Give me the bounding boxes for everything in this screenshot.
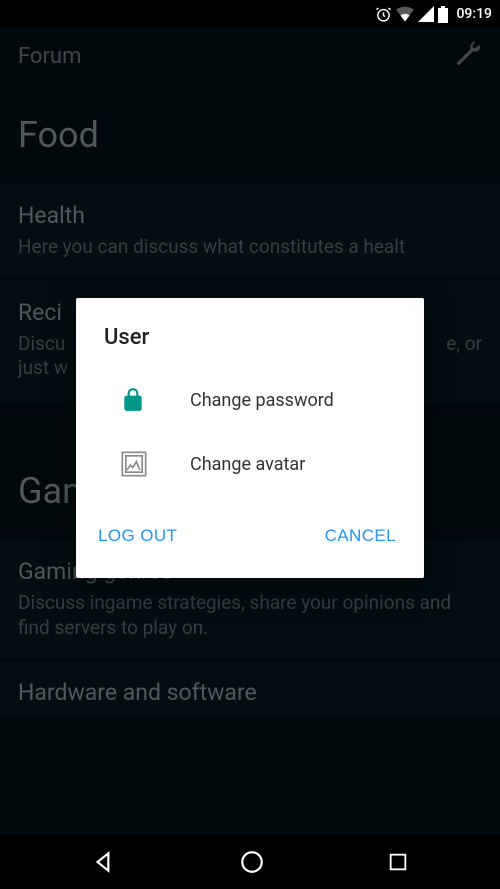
dialog-title: User: [76, 298, 424, 368]
cancel-button[interactable]: CANCEL: [321, 518, 400, 554]
dialog-actions: LOG OUT CANCEL: [76, 518, 424, 578]
status-bar: 09:19: [0, 0, 500, 28]
dialog-items: Change password Change avatar: [76, 368, 424, 518]
alarm-icon: [375, 6, 392, 23]
app-body: Forum Food Health Here you can discuss w…: [0, 28, 500, 835]
logout-button[interactable]: LOG OUT: [94, 518, 181, 554]
change-avatar-label: Change avatar: [190, 454, 305, 475]
image-icon: [120, 450, 190, 478]
status-time: 09:19: [456, 6, 492, 22]
home-button[interactable]: [239, 849, 265, 875]
battery-icon: [438, 6, 448, 23]
change-avatar-item[interactable]: Change avatar: [76, 432, 424, 496]
wifi-icon: [396, 6, 414, 22]
cellular-icon: [418, 6, 434, 22]
change-password-item[interactable]: Change password: [76, 368, 424, 432]
change-password-label: Change password: [190, 390, 334, 411]
lock-icon: [120, 387, 190, 413]
user-dialog: User Change password Chang: [76, 298, 424, 578]
recent-apps-button[interactable]: [387, 851, 409, 873]
android-nav-bar: [0, 835, 500, 889]
back-button[interactable]: [91, 849, 117, 875]
